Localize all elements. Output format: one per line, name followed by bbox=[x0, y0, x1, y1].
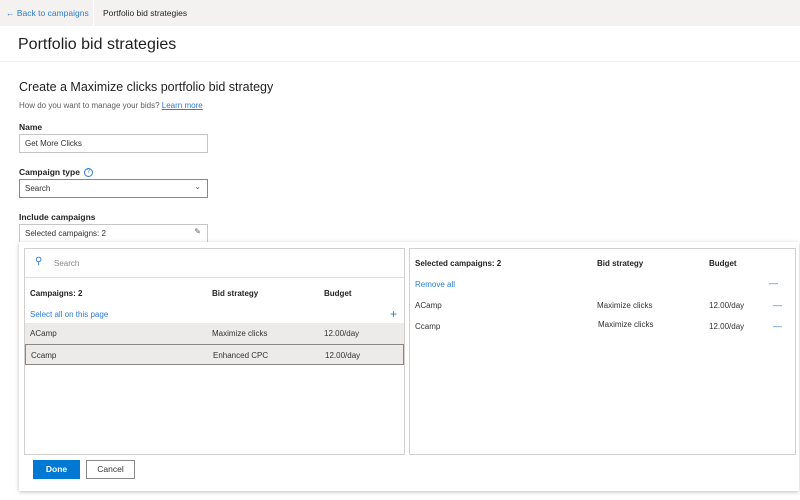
back-label[interactable]: Back to campaigns bbox=[17, 8, 89, 18]
arrow-left-icon: ← bbox=[6, 8, 15, 18]
bid-strategy-header: Bid strategy bbox=[212, 289, 259, 298]
breadcrumb-divider bbox=[93, 0, 94, 26]
selected-campaigns-panel: Selected campaigns: 2 Bid strategy Budge… bbox=[409, 248, 796, 455]
minus-icon[interactable]: — bbox=[769, 278, 778, 288]
campaign-type-select[interactable]: Search ⌄ bbox=[19, 179, 208, 198]
include-campaigns-label: Include campaigns bbox=[19, 212, 96, 222]
include-campaigns-field[interactable]: Selected campaigns: 2 ✎ bbox=[19, 224, 208, 243]
campaign-budget: 12.00/day bbox=[325, 351, 361, 360]
remove-all-row: Remove all — bbox=[410, 274, 795, 295]
selected-row: Ccamp Maximize clicks 12.00/day — bbox=[410, 316, 795, 337]
cancel-button[interactable]: Cancel bbox=[86, 460, 135, 479]
subtext: How do you want to manage your bids? bbox=[19, 101, 160, 110]
campaign-budget: 12.00/day bbox=[709, 322, 745, 331]
name-input[interactable]: Get More Clicks bbox=[19, 134, 208, 153]
campaign-name: Ccamp bbox=[415, 322, 441, 331]
campaign-budget: 12.00/day bbox=[709, 301, 745, 310]
chevron-down-icon: ⌄ bbox=[194, 182, 201, 191]
table-row[interactable]: Ccamp Enhanced CPC 12.00/day bbox=[25, 344, 404, 365]
select-all-link[interactable]: Select all on this page bbox=[30, 310, 108, 319]
page-title: Portfolio bid strategies bbox=[18, 36, 177, 53]
campaign-name: ACamp bbox=[415, 301, 442, 310]
budget-header: Budget bbox=[709, 259, 737, 268]
bid-strategy-header: Bid strategy bbox=[597, 259, 644, 268]
form-heading: Create a Maximize clicks portfolio bid s… bbox=[19, 80, 274, 94]
select-all-row: Select all on this page + bbox=[25, 304, 404, 325]
left-table-header: Campaigns: 2 Bid strategy Budget bbox=[25, 283, 404, 304]
campaign-budget: 12.00/day bbox=[324, 329, 360, 338]
breadcrumb-current: Portfolio bid strategies bbox=[103, 8, 188, 18]
selected-count-header: Selected campaigns: 2 bbox=[415, 259, 502, 268]
campaign-strategy: Maximize clicks bbox=[212, 329, 268, 338]
remove-campaign-icon[interactable]: — bbox=[773, 321, 782, 331]
campaign-strategy: Maximize clicks bbox=[598, 320, 654, 329]
campaign-name: Ccamp bbox=[31, 351, 57, 360]
form-subtext: How do you want to manage your bids? Lea… bbox=[19, 101, 203, 110]
back-to-campaigns-link[interactable]: ← Back to campaigns bbox=[6, 8, 89, 18]
pencil-icon[interactable]: ✎ bbox=[194, 227, 201, 236]
learn-more-link[interactable]: Learn more bbox=[162, 101, 203, 110]
table-row[interactable]: ACamp Maximize clicks 12.00/day bbox=[25, 323, 404, 344]
search-input[interactable]: Search bbox=[54, 259, 79, 268]
search-icon: ⚲ bbox=[35, 256, 43, 267]
help-icon[interactable]: ? bbox=[83, 168, 93, 178]
campaign-type-text: Campaign type bbox=[19, 167, 80, 177]
right-table-header: Selected campaigns: 2 Bid strategy Budge… bbox=[410, 253, 795, 274]
campaign-strategy: Enhanced CPC bbox=[213, 351, 269, 360]
campaign-picker-popup: ⚲ Search Campaigns: 2 Bid strategy Budge… bbox=[19, 242, 799, 491]
search-box[interactable]: ⚲ Search bbox=[25, 249, 404, 278]
plus-icon[interactable]: + bbox=[390, 307, 397, 321]
available-campaigns-panel: ⚲ Search Campaigns: 2 Bid strategy Budge… bbox=[24, 248, 405, 455]
campaigns-count-header: Campaigns: 2 bbox=[30, 289, 83, 298]
campaign-type-value: Search bbox=[25, 184, 51, 193]
remove-all-link[interactable]: Remove all bbox=[415, 280, 455, 289]
campaign-strategy: Maximize clicks bbox=[597, 301, 653, 310]
campaign-name: ACamp bbox=[30, 329, 57, 338]
done-button[interactable]: Done bbox=[33, 460, 80, 479]
campaign-type-label: Campaign type? bbox=[19, 167, 93, 178]
remove-campaign-icon[interactable]: — bbox=[773, 300, 782, 310]
budget-header: Budget bbox=[324, 289, 352, 298]
selected-row: ACamp Maximize clicks 12.00/day — bbox=[410, 295, 795, 316]
include-value: Selected campaigns: 2 bbox=[25, 229, 106, 238]
name-label: Name bbox=[19, 122, 43, 132]
